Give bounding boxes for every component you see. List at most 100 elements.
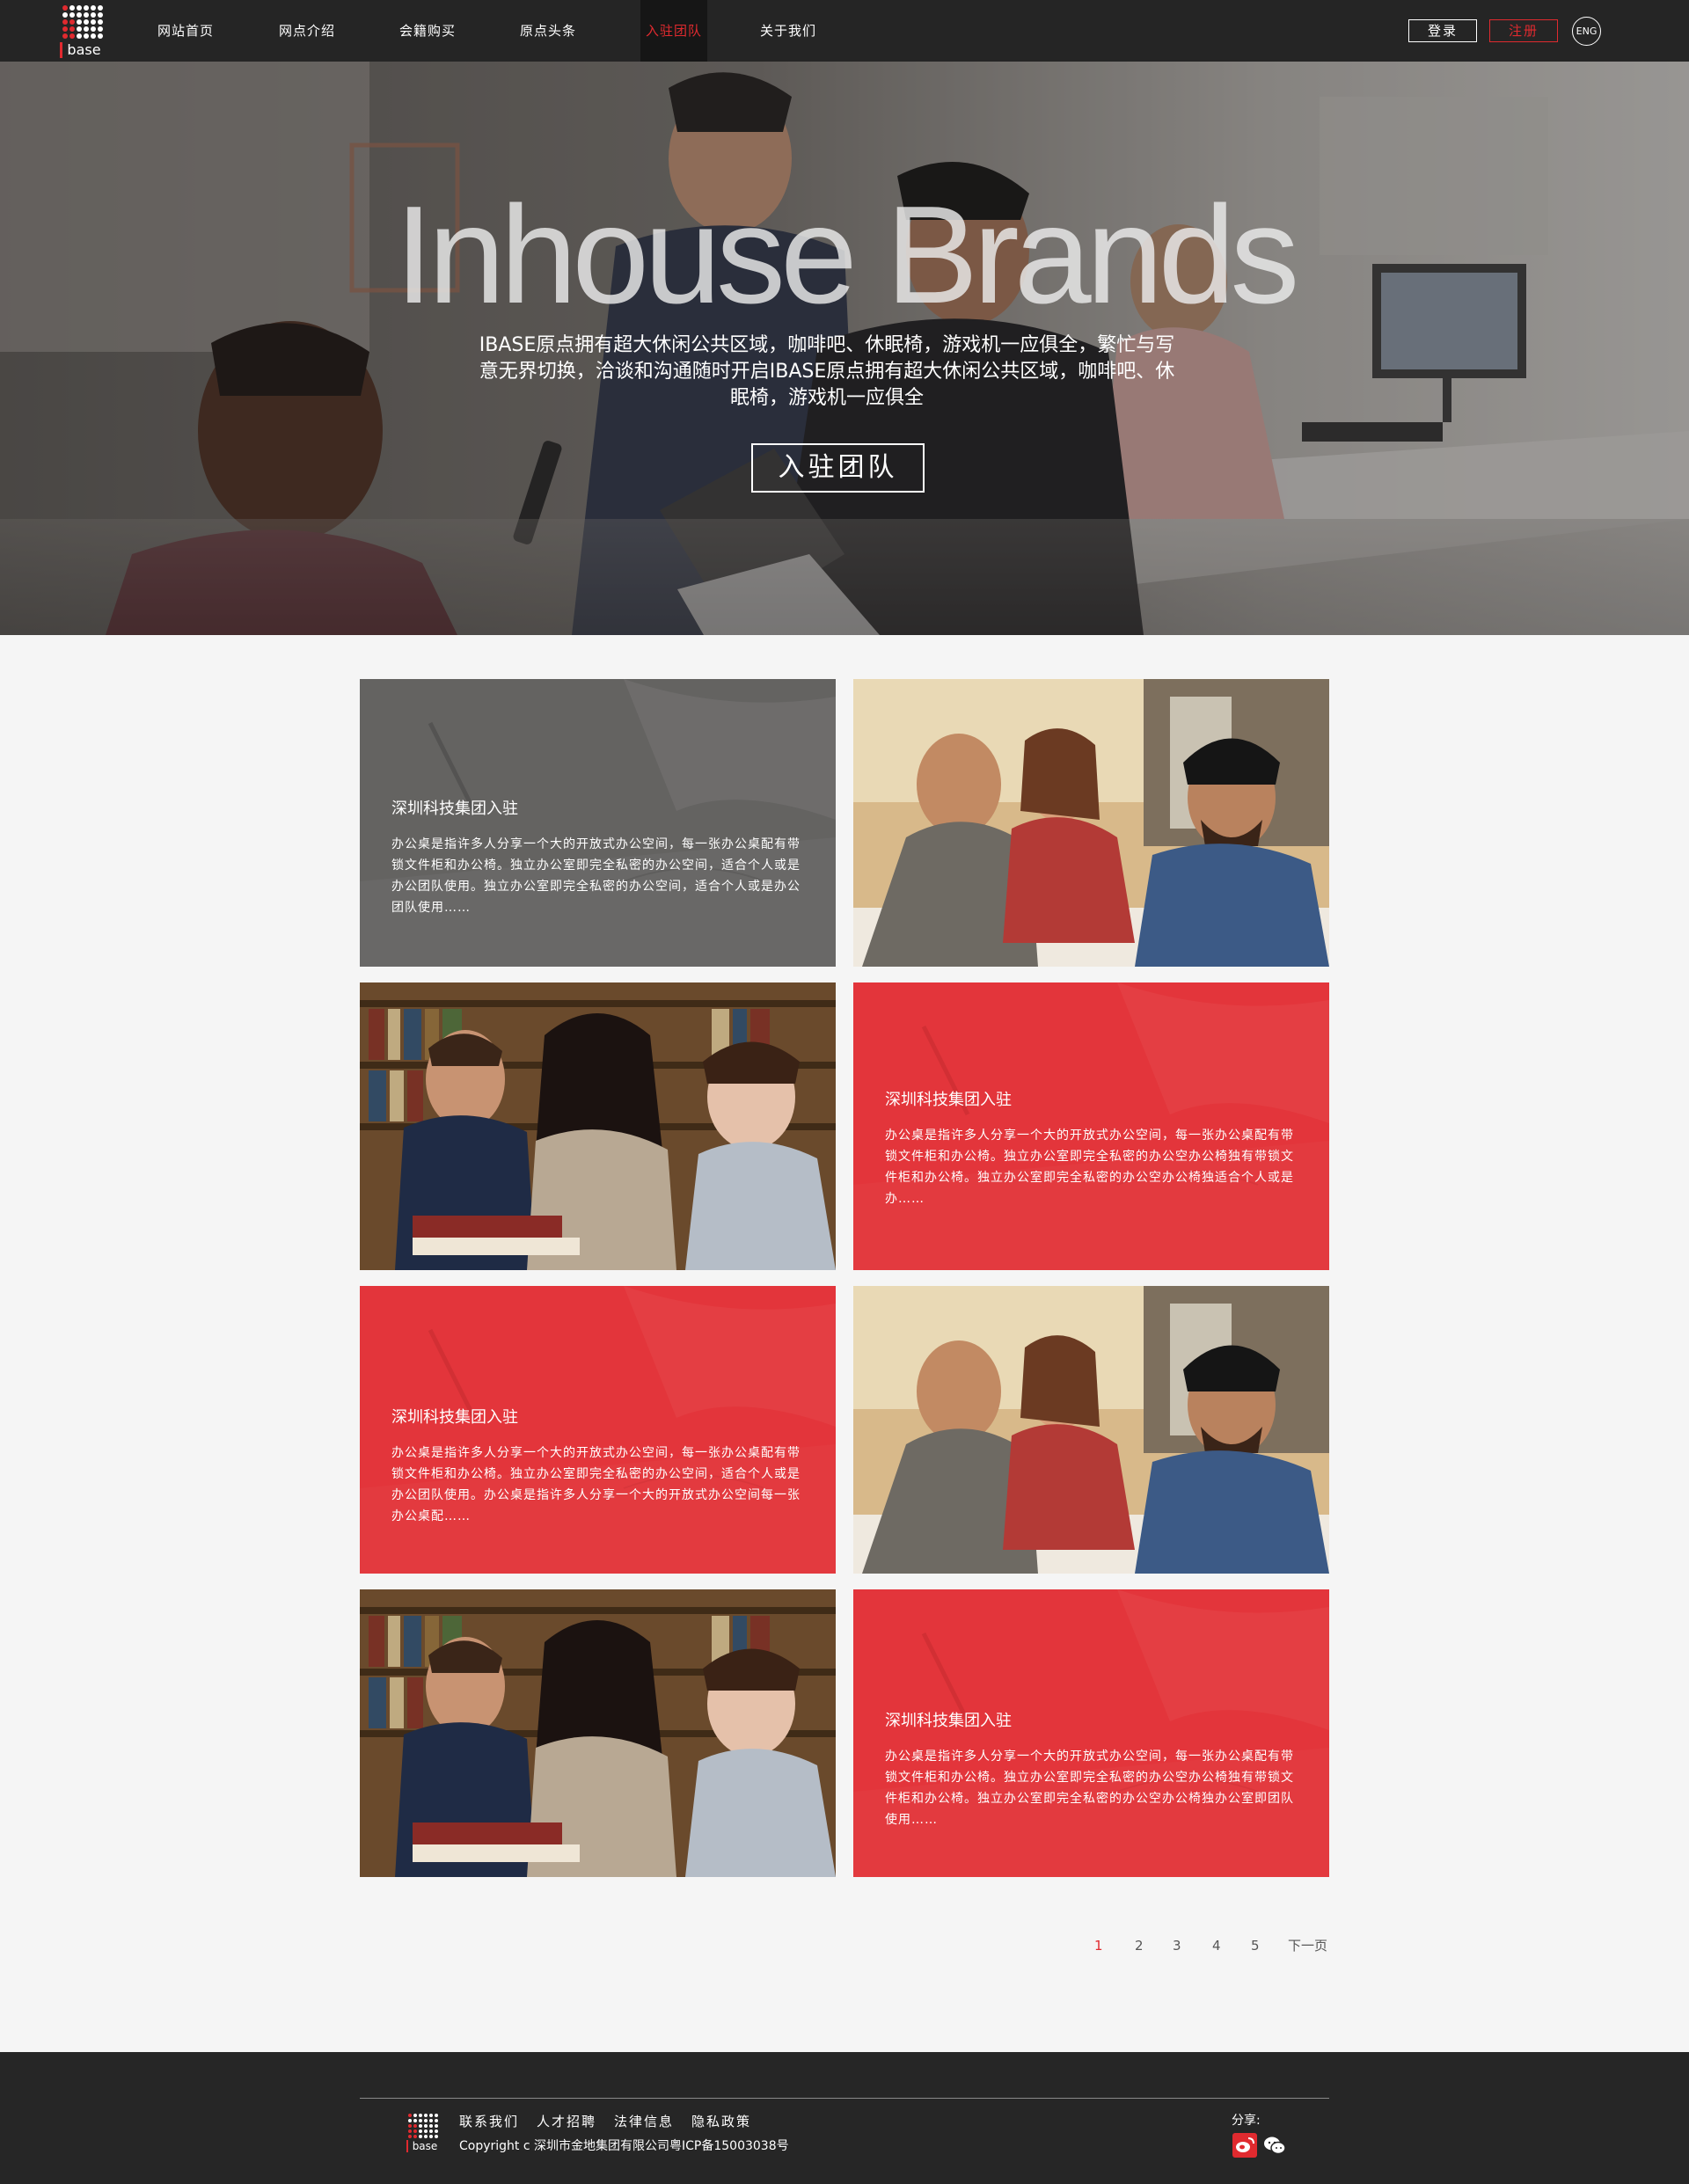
page-link-5[interactable]: 5 xyxy=(1251,1935,1260,1956)
logo-dot xyxy=(408,2135,412,2138)
tile-red-overlay xyxy=(360,1286,836,1574)
logo-dot xyxy=(424,2119,428,2122)
pagination: 1 2 3 4 5 下一页 xyxy=(1091,1935,1337,1956)
logo-dot xyxy=(435,2129,438,2133)
footer-ibase-logo[interactable]: base xyxy=(406,2114,442,2154)
next-page-link[interactable]: 下一页 xyxy=(1288,1935,1327,1956)
students-group-photo xyxy=(853,679,1329,967)
logo-dot xyxy=(91,33,96,39)
logo-dot xyxy=(84,33,89,39)
share-label: 分享: xyxy=(1232,2114,1261,2128)
tile-title: 深圳科技集团入驻 xyxy=(885,1091,1012,1109)
page-link-3[interactable]: 3 xyxy=(1173,1935,1181,1956)
logo-dot xyxy=(429,2124,433,2128)
logo-dot xyxy=(77,12,82,18)
logo-dot xyxy=(84,5,89,11)
ibase-logo[interactable]: base xyxy=(60,5,106,58)
logo-dot xyxy=(91,19,96,25)
team-tile[interactable]: 深圳科技集团入驻办公桌是指许多人分享一个大的开放式办公空间，每一张办公桌配有带锁… xyxy=(853,982,1329,1270)
team-tile[interactable]: 深圳科技集团入驻办公桌是指许多人分享一个大的开放式办公空间，每一张办公桌配有带锁… xyxy=(360,1286,836,1574)
library-students-photo xyxy=(360,982,836,1270)
logo-dot xyxy=(69,33,75,39)
logo-dot xyxy=(435,2114,438,2117)
logo-dot xyxy=(408,2114,412,2117)
logo-dot xyxy=(408,2119,412,2122)
logo-dot xyxy=(62,33,68,39)
site-footer: base 联系我们 人才招聘 法律信息 隐私政策 Copyright c 深圳市… xyxy=(0,2052,1689,2184)
logo-dot xyxy=(62,26,68,32)
footer-logo-wordmark: base xyxy=(406,2140,442,2152)
logo-dot xyxy=(413,2124,417,2128)
footer-link-careers[interactable]: 人才招聘 xyxy=(537,2112,596,2131)
team-tile[interactable] xyxy=(360,1589,836,1877)
logo-dot xyxy=(98,26,103,32)
logo-dot xyxy=(84,12,89,18)
nav-item-home[interactable]: 网站首页 xyxy=(139,0,232,62)
language-toggle-button[interactable]: ENG xyxy=(1572,17,1601,46)
register-button[interactable]: 注册 xyxy=(1489,19,1558,42)
logo-dot xyxy=(435,2135,438,2138)
tile-title: 深圳科技集团入驻 xyxy=(391,1408,518,1427)
logo-dot xyxy=(413,2114,417,2117)
team-grid: 深圳科技集团入驻办公桌是指许多人分享一个大的开放式办公空间，每一张办公桌配有带锁… xyxy=(360,679,1329,1877)
top-nav: base 网站首页 网点介绍 会籍购买 原点头条 入驻团队 关于我们 登录 注册… xyxy=(0,0,1689,62)
logo-dot xyxy=(419,2119,422,2122)
team-tile[interactable] xyxy=(853,679,1329,967)
logo-dot xyxy=(62,5,68,11)
footer-logo-dots xyxy=(408,2114,440,2140)
logo-dot xyxy=(69,5,75,11)
nav-item-about[interactable]: 关于我们 xyxy=(742,0,835,62)
logo-dot xyxy=(98,33,103,39)
team-tile[interactable]: 深圳科技集团入驻 办公桌是指许多人分享一个大的开放式办公空间，每一张办公桌配有带锁… xyxy=(853,1589,1329,1877)
logo-dot xyxy=(419,2129,422,2133)
logo-dot xyxy=(98,12,103,18)
logo-dot xyxy=(69,12,75,18)
footer-copyright: Copyright c 深圳市金地集团有限公司粤ICP备15003038号 xyxy=(459,2139,789,2153)
logo-dot xyxy=(62,12,68,18)
logo-dot xyxy=(84,19,89,25)
logo-dot xyxy=(424,2129,428,2133)
logo-dots xyxy=(62,5,103,42)
login-button[interactable]: 登录 xyxy=(1408,19,1477,42)
tile-description: 办公桌是指许多人分享一个大的开放式办公空间，每一张办公桌配有带锁文件柜和办公椅。… xyxy=(391,1446,801,1523)
logo-dot xyxy=(413,2135,417,2138)
wechat-icon[interactable] xyxy=(1262,2133,1287,2158)
tile-description: 办公桌是指许多人分享一个大的开放式办公空间，每一张办公桌配有带锁文件柜和办公椅。… xyxy=(391,837,801,915)
hero-description: IBASE原点拥有超大休闲公共区域，咖啡吧、休眠椅，游戏机一应俱全，繁忙与写意无… xyxy=(479,334,1175,409)
nav-item-teams[interactable]: 入驻团队 xyxy=(640,0,707,62)
logo-dot xyxy=(429,2135,433,2138)
logo-dot xyxy=(77,19,82,25)
logo-dot xyxy=(69,19,75,25)
tile-description: 办公桌是指许多人分享一个大的开放式办公空间，每一张办公桌配有带锁文件柜和办公椅。… xyxy=(885,1129,1294,1206)
logo-dot xyxy=(77,33,82,39)
logo-dot xyxy=(429,2129,433,2133)
footer-link-contact[interactable]: 联系我们 xyxy=(459,2112,519,2131)
team-tile[interactable] xyxy=(360,982,836,1270)
hero-banner: Inhouse Brands IBASE原点拥有超大休闲公共区域，咖啡吧、休眠椅… xyxy=(0,62,1689,635)
logo-dot xyxy=(91,12,96,18)
tile-title: 深圳科技集团入驻 xyxy=(391,800,518,818)
page-link-2[interactable]: 2 xyxy=(1135,1935,1144,1956)
logo-dot xyxy=(98,5,103,11)
team-tile[interactable]: 深圳科技集团入驻办公桌是指许多人分享一个大的开放式办公空间，每一张办公桌配有带锁… xyxy=(360,679,836,967)
logo-wordmark: base xyxy=(60,42,106,58)
logo-dot xyxy=(91,26,96,32)
tile-gray-overlay xyxy=(360,679,836,967)
logo-dot xyxy=(424,2114,428,2117)
logo-dot xyxy=(419,2124,422,2128)
nav-item-locations[interactable]: 网点介绍 xyxy=(260,0,354,62)
logo-dot xyxy=(424,2135,428,2138)
nav-item-membership[interactable]: 会籍购买 xyxy=(381,0,474,62)
logo-dot xyxy=(424,2124,428,2128)
page-link-1[interactable]: 1 xyxy=(1094,1935,1103,1956)
tile-red-overlay xyxy=(853,1589,1329,1877)
footer-link-privacy[interactable]: 隐私政策 xyxy=(691,2112,751,2131)
team-tile[interactable] xyxy=(853,1286,1329,1574)
footer-link-legal[interactable]: 法律信息 xyxy=(614,2112,674,2131)
weibo-icon[interactable] xyxy=(1232,2133,1257,2158)
nav-item-news[interactable]: 原点头条 xyxy=(501,0,595,62)
join-team-button[interactable]: 入驻团队 xyxy=(751,443,925,493)
page-link-4[interactable]: 4 xyxy=(1212,1935,1221,1956)
library-students-photo xyxy=(360,1589,836,1877)
students-group-photo xyxy=(853,1286,1329,1574)
